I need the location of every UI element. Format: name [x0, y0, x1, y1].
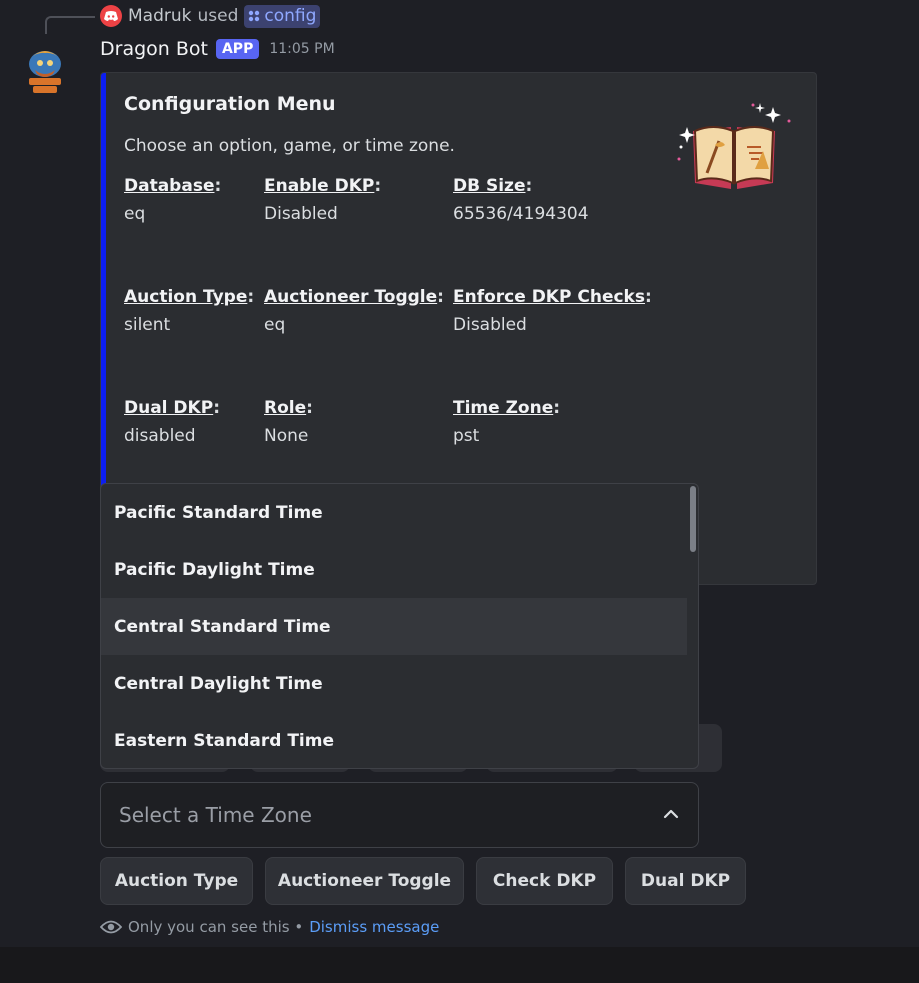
- select-placeholder: Select a Time Zone: [119, 803, 312, 827]
- eye-icon: [100, 920, 122, 934]
- field-auction-type: Auction Type: silent: [124, 287, 255, 335]
- dual-dkp-button[interactable]: Dual DKP: [625, 857, 746, 905]
- field-auctioneer-toggle: Auctioneer Toggle: eq: [264, 287, 444, 335]
- time-zone-select[interactable]: Select a Time Zone: [100, 782, 699, 848]
- field-db-size: DB Size: 65536/4194304: [453, 176, 589, 224]
- reply-used-text: used: [197, 6, 239, 26]
- reply-connector: [45, 16, 95, 34]
- slash-command-name: config: [264, 5, 317, 26]
- dismiss-message-link[interactable]: Dismiss message: [309, 918, 439, 936]
- field-value: eq: [124, 204, 146, 224]
- field-time-zone: Time Zone: pst: [453, 398, 561, 446]
- chat-area: Madruk used config Dragon Bot APP 11:05 …: [0, 0, 919, 947]
- field-value: Disabled: [264, 204, 338, 224]
- option-central-standard-time[interactable]: Central Standard Time: [101, 598, 687, 655]
- option-pacific-standard-time[interactable]: Pacific Standard Time: [101, 484, 687, 541]
- check-dkp-button[interactable]: Check DKP: [476, 857, 613, 905]
- app-badge: APP: [215, 39, 260, 59]
- field-value: pst: [453, 426, 480, 446]
- field-name: Database: [124, 176, 215, 196]
- embed-description: Choose an option, game, or time zone.: [124, 136, 455, 156]
- embed-title: Configuration Menu: [124, 93, 336, 115]
- field-name: Role: [264, 398, 307, 418]
- option-eastern-standard-time[interactable]: Eastern Standard Time: [101, 712, 687, 768]
- bottom-bar: [0, 947, 919, 983]
- time-zone-dropdown-list[interactable]: Pacific Standard Time Pacific Daylight T…: [100, 483, 699, 769]
- field-value: 65536/4194304: [453, 204, 589, 224]
- chevron-up-icon: [663, 809, 679, 819]
- field-name: Auction Type: [124, 287, 248, 307]
- field-name: Auctioneer Toggle: [264, 287, 438, 307]
- spellbook-thumbnail: [671, 87, 797, 191]
- field-enable-dkp: Enable DKP: Disabled: [264, 176, 382, 224]
- bot-avatar[interactable]: [23, 44, 67, 96]
- field-name: Time Zone: [453, 398, 554, 418]
- field-dual-dkp: Dual DKP: disabled: [124, 398, 220, 446]
- reply-username[interactable]: Madruk: [128, 6, 191, 26]
- command-icon: [249, 10, 260, 21]
- auctioneer-toggle-button[interactable]: Auctioneer Toggle: [265, 857, 464, 905]
- field-value: disabled: [124, 426, 196, 446]
- bot-name[interactable]: Dragon Bot: [100, 38, 208, 60]
- option-pacific-daylight-time[interactable]: Pacific Daylight Time: [101, 541, 687, 598]
- field-value: eq: [264, 315, 286, 335]
- auction-type-button[interactable]: Auction Type: [100, 857, 253, 905]
- field-value: Disabled: [453, 315, 527, 335]
- message-header: Dragon Bot APP 11:05 PM: [100, 38, 335, 60]
- field-database: Database: eq: [124, 176, 222, 224]
- field-name: DB Size: [453, 176, 526, 196]
- field-name: Enable DKP: [264, 176, 375, 196]
- option-central-daylight-time[interactable]: Central Daylight Time: [101, 655, 687, 712]
- dropdown-scrollbar[interactable]: [690, 486, 696, 552]
- reply-context[interactable]: Madruk used config: [100, 4, 321, 28]
- discord-logo-icon: [100, 5, 122, 27]
- field-value: silent: [124, 315, 171, 335]
- slash-command-pill[interactable]: config: [244, 4, 321, 28]
- field-role: Role: None: [264, 398, 313, 446]
- field-name: Enforce DKP Checks: [453, 287, 645, 307]
- field-name: Dual DKP: [124, 398, 214, 418]
- field-value: None: [264, 426, 309, 446]
- field-enforce-dkp-checks: Enforce DKP Checks: Disabled: [453, 287, 652, 335]
- ephemeral-notice: Only you can see this • Dismiss message: [100, 918, 439, 936]
- ephemeral-text: Only you can see this •: [128, 918, 304, 936]
- message-timestamp: 11:05 PM: [269, 41, 335, 57]
